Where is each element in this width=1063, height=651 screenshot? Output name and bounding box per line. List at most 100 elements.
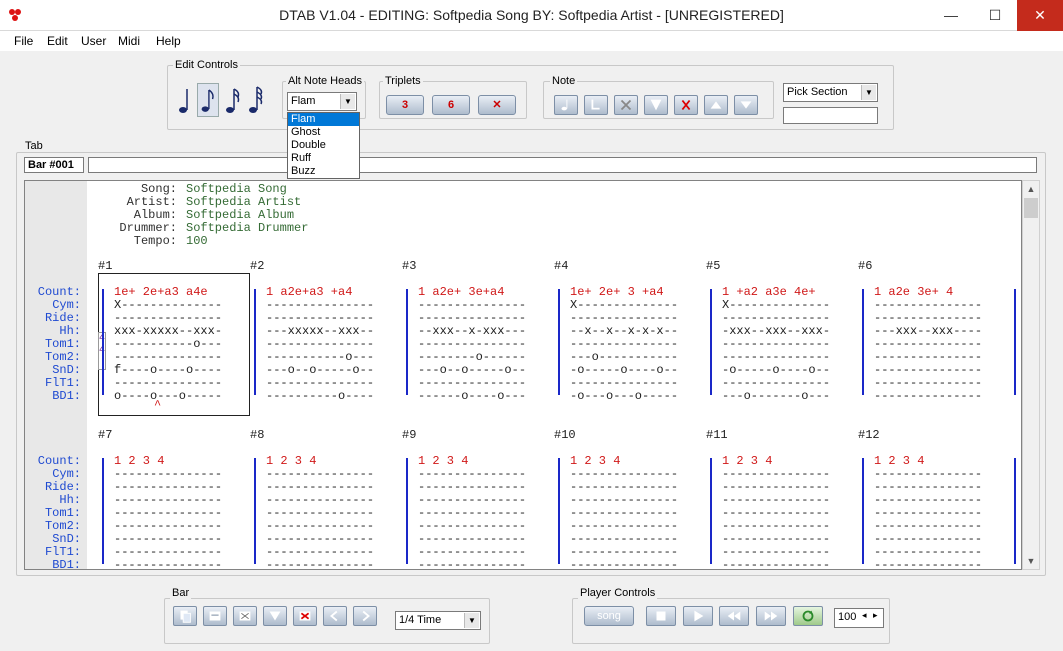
tab-row[interactable]: --------------- <box>418 376 526 390</box>
tab-row[interactable]: --------------- <box>570 519 678 533</box>
tab-row[interactable]: --------------- <box>722 493 830 507</box>
tab-row[interactable]: --------------- <box>570 337 678 351</box>
note-clear-button[interactable] <box>614 95 638 115</box>
note-stem-button[interactable] <box>554 95 578 115</box>
bar-insert-button[interactable] <box>203 606 227 626</box>
tab-row[interactable]: --------------- <box>874 558 982 569</box>
tab-row[interactable]: --------------- <box>874 467 982 481</box>
option-flam[interactable]: Flam <box>288 113 359 126</box>
loop-button[interactable] <box>793 606 823 626</box>
tab-row[interactable]: --------------- <box>874 337 982 351</box>
tab-row[interactable]: --xxx--x-xxx--- <box>418 324 526 338</box>
note-flag-button[interactable] <box>644 95 668 115</box>
alt-note-heads-select[interactable]: Flam ▼ <box>287 92 357 111</box>
bar-next-button[interactable] <box>353 606 377 626</box>
chevron-right-icon[interactable]: ▸ <box>873 610 878 621</box>
tab-row[interactable]: --------------- <box>570 493 678 507</box>
tab-row[interactable]: --------------- <box>266 545 374 559</box>
stop-button[interactable] <box>646 606 676 626</box>
tab-row[interactable]: --------o------ <box>418 350 526 364</box>
tab-row[interactable]: ---o----------- <box>570 350 678 364</box>
tab-row[interactable]: --------------- <box>722 337 830 351</box>
tab-row[interactable]: -o-----o----o-- <box>722 363 830 377</box>
minimize-button[interactable]: — <box>929 0 973 31</box>
tab-row[interactable]: --------------- <box>114 493 222 507</box>
tab-row[interactable]: --------------- <box>418 298 526 312</box>
scroll-up-icon[interactable]: ▲ <box>1023 181 1039 197</box>
tab-row[interactable]: --------------- <box>266 298 374 312</box>
tab-row[interactable]: --------------- <box>114 311 222 325</box>
maximize-button[interactable]: ☐ <box>973 0 1017 31</box>
tab-row[interactable]: --------------- <box>570 506 678 520</box>
tab-row[interactable]: --------------- <box>874 519 982 533</box>
tab-row[interactable]: --------------- <box>874 350 982 364</box>
option-ghost[interactable]: Ghost <box>288 126 359 139</box>
tab-row[interactable]: --------------- <box>722 558 830 569</box>
bar-copy-button[interactable] <box>173 606 197 626</box>
tab-row[interactable]: --------------- <box>722 545 830 559</box>
fast-forward-button[interactable] <box>756 606 786 626</box>
option-buzz[interactable]: Buzz <box>288 165 359 178</box>
tab-row[interactable]: --------------- <box>874 493 982 507</box>
bar-clear-button[interactable] <box>233 606 257 626</box>
menu-edit[interactable]: Edit <box>47 34 68 48</box>
menu-midi[interactable]: Midi <box>118 34 140 48</box>
option-double[interactable]: Double <box>288 139 359 152</box>
tab-row[interactable]: --------------- <box>722 519 830 533</box>
tab-row[interactable]: --------------- <box>266 311 374 325</box>
tab-row[interactable]: X-------------- <box>570 298 678 312</box>
tab-row[interactable]: f----o----o---- <box>114 363 222 377</box>
tab-row[interactable]: --------------- <box>570 311 678 325</box>
tab-editor[interactable]: Song: Artist: Album: Drummer: Tempo: Sof… <box>24 180 1022 570</box>
tab-row[interactable]: --------------- <box>114 519 222 533</box>
tab-row[interactable]: --------------- <box>418 545 526 559</box>
tab-row[interactable]: --------------- <box>266 519 374 533</box>
tab-row[interactable]: --------------- <box>874 298 982 312</box>
tab-row[interactable]: xxx-xxxxx--xxx- <box>114 324 222 338</box>
menu-help[interactable]: Help <box>156 34 181 48</box>
tab-row[interactable]: --------------- <box>418 532 526 546</box>
tab-row[interactable]: --------------- <box>266 558 374 569</box>
tab-row[interactable]: ---xxx--xxx---- <box>874 324 982 338</box>
menu-user[interactable]: User <box>81 34 106 48</box>
tab-row[interactable]: --------------- <box>418 311 526 325</box>
tab-row[interactable]: ----------o---- <box>266 389 374 403</box>
note-insert-button[interactable] <box>584 95 608 115</box>
tab-row[interactable]: --x--x--x-x-x-- <box>570 324 678 338</box>
tab-row[interactable]: ---o--o-----o-- <box>266 363 374 377</box>
tab-row[interactable]: --------------- <box>418 480 526 494</box>
time-select[interactable]: 1/4 Time ▼ <box>395 611 481 630</box>
tab-row[interactable]: --------------- <box>418 467 526 481</box>
tempo-spinner[interactable]: 100 ◂ ▸ <box>834 608 884 628</box>
tab-row[interactable]: --------------- <box>722 532 830 546</box>
tab-row[interactable]: --------------- <box>570 558 678 569</box>
scroll-down-icon[interactable]: ▼ <box>1023 553 1039 569</box>
triplet-6-button[interactable]: 6 <box>432 95 470 115</box>
tab-row[interactable]: --------------- <box>570 532 678 546</box>
tab-row[interactable]: --------------- <box>418 337 526 351</box>
chevron-left-icon[interactable]: ◂ <box>862 610 867 621</box>
tab-row[interactable]: --------------- <box>874 311 982 325</box>
tab-row[interactable]: --------------- <box>114 480 222 494</box>
tab-row[interactable]: --------------- <box>722 350 830 364</box>
tab-row[interactable]: --------------- <box>570 545 678 559</box>
tab-row[interactable]: X-------------- <box>114 298 222 312</box>
song-button[interactable]: song <box>584 606 634 626</box>
quarter-note-button[interactable] <box>174 83 196 117</box>
tab-row[interactable]: --------------- <box>266 337 374 351</box>
tab-row[interactable]: --------------- <box>114 350 222 364</box>
tab-row[interactable]: --------------- <box>874 376 982 390</box>
tab-row[interactable]: --------------- <box>114 467 222 481</box>
tab-row[interactable]: X-------------- <box>722 298 830 312</box>
tab-row[interactable]: -----------o--- <box>266 350 374 364</box>
triplet-3-button[interactable]: 3 <box>386 95 424 115</box>
tab-row[interactable]: --------------- <box>266 376 374 390</box>
tab-row[interactable]: --------------- <box>570 376 678 390</box>
tab-row[interactable]: ---xxxxx--xxx-- <box>266 324 374 338</box>
tab-row[interactable]: --------------- <box>114 506 222 520</box>
tab-row[interactable]: --------------- <box>570 467 678 481</box>
bar-paste-button[interactable] <box>263 606 287 626</box>
tab-row[interactable]: -o---o---o----- <box>570 389 678 403</box>
tab-row[interactable]: --------------- <box>722 480 830 494</box>
tab-row[interactable]: --------------- <box>874 363 982 377</box>
